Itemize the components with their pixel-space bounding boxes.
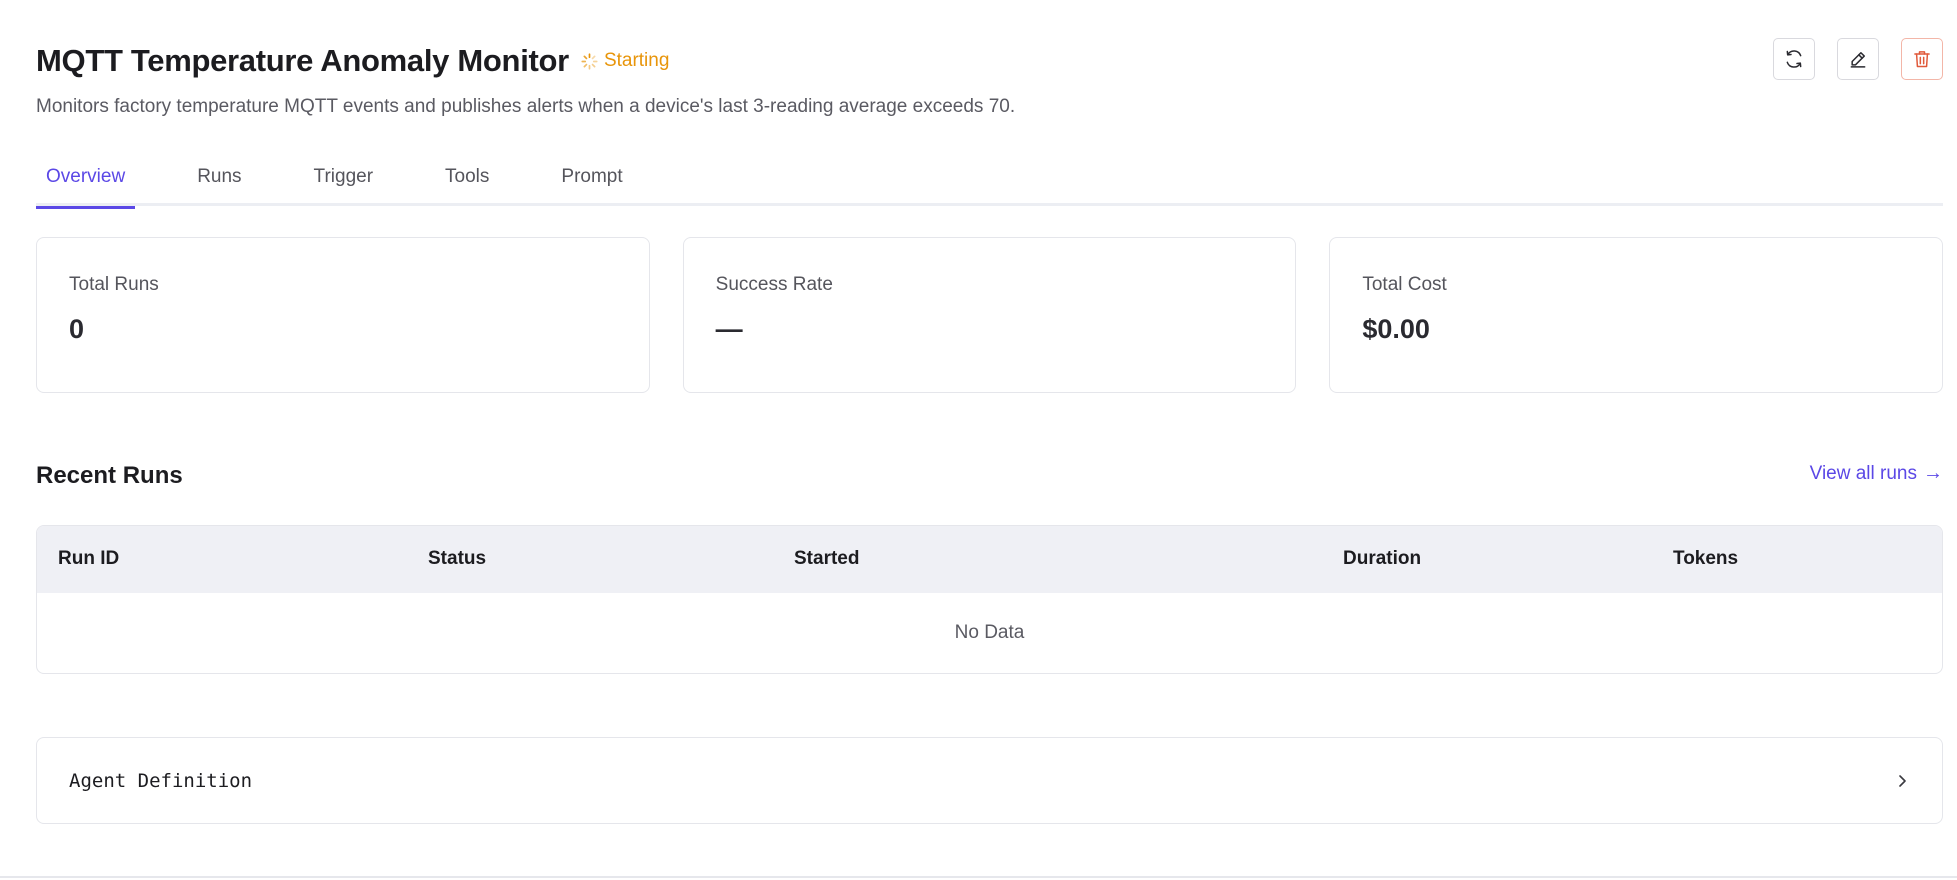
view-all-runs-label: View all runs <box>1809 462 1917 484</box>
header-actions <box>1773 38 1943 80</box>
tab-prompt[interactable]: Prompt <box>551 158 632 206</box>
page-title: MQTT Temperature Anomaly Monitor <box>36 43 569 78</box>
agent-description: Monitors factory temperature MQTT events… <box>36 96 1016 117</box>
agent-definition-label: Agent Definition <box>69 769 253 792</box>
column-header-run-id[interactable]: Run ID <box>58 548 119 570</box>
page-header: MQTT Temperature Anomaly Monitor Startin… <box>36 38 1943 84</box>
tab-tools[interactable]: Tools <box>435 158 499 206</box>
column-header-duration[interactable]: Duration <box>1343 548 1421 570</box>
stat-value: $0.00 <box>1362 314 1430 344</box>
stats-row: Total Runs 0 Success Rate — Total Cost $… <box>36 237 1944 393</box>
refresh-button[interactable] <box>1773 38 1815 80</box>
chevron-right-icon <box>1899 774 1906 787</box>
agent-detail-page: MQTT Temperature Anomaly Monitor Startin… <box>0 0 1957 880</box>
recent-runs-table: Run ID Status Started Duration Tokens No… <box>36 525 1943 674</box>
column-header-status[interactable]: Status <box>428 548 486 570</box>
stat-card-total-cost: Total Cost $0.00 <box>1329 237 1944 393</box>
stat-card-total-runs: Total Runs 0 <box>36 237 650 393</box>
table-header: Run ID Status Started Duration Tokens <box>37 526 1942 593</box>
agent-definition-panel[interactable]: Agent Definition <box>36 737 1943 824</box>
stat-value: — <box>715 314 743 344</box>
stat-card-success-rate: Success Rate — <box>682 237 1297 393</box>
tab-bar: Overview Runs Trigger Tools Prompt <box>36 158 1943 209</box>
view-all-runs-link[interactable]: View all runs → <box>1810 462 1943 485</box>
stat-label: Total Runs <box>69 274 159 295</box>
arrow-right-icon: → <box>1923 462 1943 484</box>
column-header-tokens[interactable]: Tokens <box>1673 548 1738 570</box>
status-label: Starting <box>603 50 670 71</box>
pencil-icon <box>1850 52 1866 68</box>
stat-label: Success Rate <box>715 274 833 295</box>
trash-icon <box>1914 51 1930 68</box>
tab-trigger[interactable]: Trigger <box>304 158 383 206</box>
bottom-divider <box>0 876 1957 878</box>
stat-label: Total Cost <box>1362 274 1447 295</box>
refresh-icon <box>1786 50 1802 68</box>
tab-overview[interactable]: Overview <box>36 158 136 209</box>
edit-button[interactable] <box>1837 38 1879 80</box>
recent-runs-title: Recent Runs <box>36 462 183 489</box>
stat-value: 0 <box>69 314 85 344</box>
column-header-started[interactable]: Started <box>794 548 859 570</box>
status-badge: Starting <box>581 50 669 72</box>
delete-button[interactable] <box>1901 38 1943 80</box>
table-empty-state: No Data <box>954 622 1025 643</box>
spinner-icon <box>581 52 598 70</box>
tab-runs[interactable]: Runs <box>187 158 251 206</box>
